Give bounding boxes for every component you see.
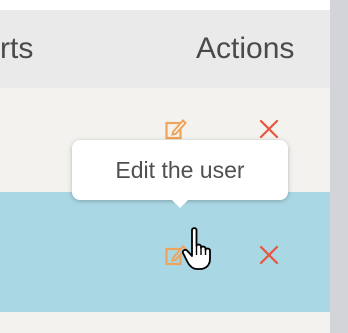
table-header: rts Actions — [0, 10, 330, 88]
table-row — [0, 312, 330, 333]
delete-icon[interactable] — [258, 118, 280, 140]
edit-icon[interactable] — [165, 118, 187, 140]
column-header-actions: Actions — [196, 32, 295, 65]
hand-pointer-icon — [180, 226, 220, 272]
scroll-gutter — [330, 0, 348, 333]
tooltip-arrow — [170, 198, 190, 208]
tooltip-text: Edit the user — [115, 156, 245, 183]
tooltip: Edit the user — [72, 140, 288, 200]
delete-icon[interactable] — [258, 244, 280, 266]
column-header-partial: rts — [0, 32, 34, 65]
